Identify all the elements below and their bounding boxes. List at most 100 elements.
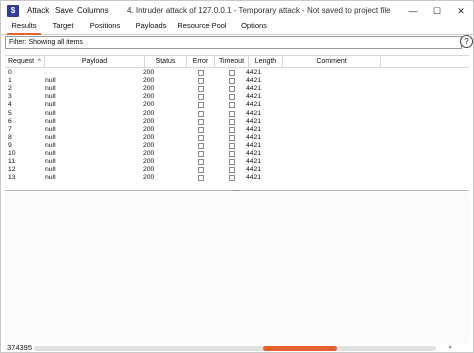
status-cell: 200 xyxy=(143,133,155,141)
payload-cell: null xyxy=(45,141,56,149)
menu-attack[interactable]: Attack xyxy=(27,6,49,15)
status-cell: 200 xyxy=(143,150,155,157)
tab-positions[interactable]: Positions xyxy=(87,19,123,33)
error-checkbox xyxy=(198,118,204,125)
status-cell: 200 xyxy=(143,109,155,117)
table-row[interactable]: 6 null 200 4421 xyxy=(5,118,469,126)
payload-cell: null xyxy=(45,166,56,174)
menu-columns[interactable]: Columns xyxy=(77,6,109,15)
column-header-status[interactable]: Status xyxy=(145,56,187,67)
timeout-checkbox xyxy=(229,142,235,149)
window-title: 4. Intruder attack of 127.0.0.1 - Tempor… xyxy=(127,6,391,15)
tab-resource-pool[interactable]: Resource Pool xyxy=(177,19,227,33)
status-cell: 200 xyxy=(143,166,155,174)
table-row[interactable]: 8 null 200 4421 xyxy=(5,134,469,142)
request-cell: 9 xyxy=(8,141,12,149)
column-header-payload[interactable]: Payload xyxy=(45,56,145,67)
title-bar: $ Attack Save Columns 4. Intruder attack… xyxy=(1,1,473,21)
table-row[interactable]: 13 null 200 4421 xyxy=(5,174,469,182)
horizontal-scrollbar[interactable] xyxy=(34,346,436,351)
status-cell: 200 xyxy=(143,93,155,101)
length-cell: 4421 xyxy=(246,77,262,85)
status-cell: 200 xyxy=(143,141,155,149)
table-header: Request ^ Payload Status Error Timeout L… xyxy=(5,56,469,68)
tab-bar: Results Target Positions Payloads Resour… xyxy=(1,19,473,35)
length-cell: 4421 xyxy=(246,174,262,182)
column-header-label: Request xyxy=(8,58,35,65)
column-header-length[interactable]: Length xyxy=(249,56,283,67)
timeout-checkbox xyxy=(229,126,235,133)
length-cell: 4421 xyxy=(246,141,262,149)
request-cell: 1 xyxy=(8,77,12,85)
payload-cell: null xyxy=(45,77,56,85)
payload-cell: null xyxy=(45,101,56,109)
column-header-timeout[interactable]: Timeout xyxy=(215,56,249,67)
payload-cell: null xyxy=(45,158,56,166)
length-cell: 4421 xyxy=(246,117,262,125)
column-header-request[interactable]: Request ^ xyxy=(5,56,45,67)
payload-cell: null xyxy=(45,93,56,101)
tab-payloads[interactable]: Payloads xyxy=(133,19,169,33)
status-cell: 200 xyxy=(143,85,155,93)
table-row[interactable]: 2 null 200 4421 xyxy=(5,85,469,93)
table-row[interactable]: 5 null 200 4421 xyxy=(5,110,469,118)
filter-bar[interactable]: Filter: Showing all items xyxy=(5,36,462,49)
minimize-icon[interactable]: — xyxy=(403,3,423,19)
table-row[interactable]: 12 null 200 4421 xyxy=(5,166,469,174)
request-cell: 3 xyxy=(8,93,12,101)
timeout-checkbox xyxy=(229,70,235,76)
error-checkbox xyxy=(198,94,204,101)
scroll-right-icon[interactable]: ▸ xyxy=(449,343,453,351)
table-row[interactable]: 4 null 200 4421 xyxy=(5,101,469,109)
burp-icon: $ xyxy=(7,5,19,17)
help-icon[interactable]: ? xyxy=(460,35,473,48)
payload-cell: null xyxy=(45,117,56,125)
payload-cell: null xyxy=(45,150,56,157)
payload-cell: null xyxy=(45,174,56,182)
status-cell: 200 xyxy=(143,117,155,125)
table-row[interactable]: 0 200 4421 xyxy=(5,69,469,77)
length-cell: 4421 xyxy=(246,125,262,133)
table-row[interactable]: 7 null 200 4421 xyxy=(5,126,469,134)
menu-save[interactable]: Save xyxy=(55,6,73,15)
request-cell: 8 xyxy=(8,133,12,141)
tab-target[interactable]: Target xyxy=(49,19,77,33)
timeout-checkbox xyxy=(229,102,235,109)
column-header-error[interactable]: Error xyxy=(187,56,215,67)
table-row[interactable]: 1 null 200 4421 xyxy=(5,77,469,85)
request-cell: 12 xyxy=(8,166,16,174)
length-cell: 4421 xyxy=(246,69,262,76)
status-cell: 200 xyxy=(143,125,155,133)
payload-cell: null xyxy=(45,109,56,117)
error-checkbox xyxy=(198,151,204,157)
length-cell: 4421 xyxy=(246,93,262,101)
error-checkbox xyxy=(198,86,204,93)
timeout-checkbox xyxy=(229,94,235,101)
table-row[interactable]: 11 null 200 4421 xyxy=(5,158,469,166)
column-header-comment[interactable]: Comment xyxy=(283,56,381,67)
timeout-checkbox xyxy=(229,86,235,93)
status-cell: 200 xyxy=(143,158,155,166)
scrollbar-thumb[interactable] xyxy=(263,346,337,351)
tab-options[interactable]: Options xyxy=(237,19,271,33)
close-icon[interactable]: ✕ xyxy=(451,3,471,19)
status-cell: 200 xyxy=(143,77,155,85)
length-cell: 4421 xyxy=(246,109,262,117)
error-checkbox xyxy=(198,78,204,85)
request-cell: 4 xyxy=(8,101,12,109)
timeout-checkbox xyxy=(229,167,235,174)
length-cell: 4421 xyxy=(246,150,262,157)
length-cell: 4421 xyxy=(246,166,262,174)
column-header-spacer xyxy=(381,56,469,67)
table-row[interactable]: 10 null 200 4421 xyxy=(5,150,469,158)
maximize-icon[interactable]: ☐ xyxy=(427,3,447,19)
timeout-checkbox xyxy=(229,134,235,141)
tab-results[interactable]: Results xyxy=(7,19,41,35)
error-checkbox xyxy=(198,142,204,149)
table-row[interactable]: 9 null 200 4421 xyxy=(5,142,469,150)
error-checkbox xyxy=(198,70,204,76)
length-cell: 4421 xyxy=(246,158,262,166)
table-row[interactable]: 3 null 200 4421 xyxy=(5,93,469,101)
error-checkbox xyxy=(198,126,204,133)
status-cell: 200 xyxy=(143,174,155,182)
